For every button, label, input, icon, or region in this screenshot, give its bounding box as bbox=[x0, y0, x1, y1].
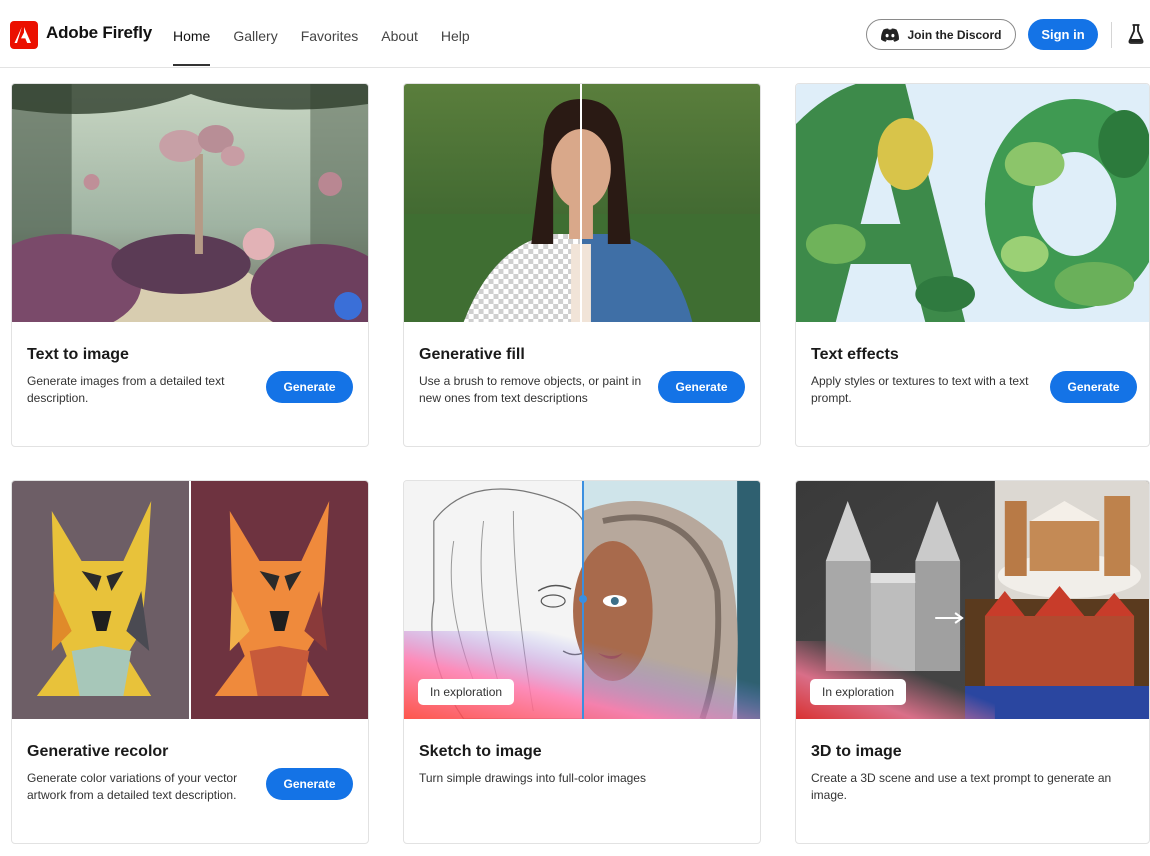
card-title: Generative recolor bbox=[27, 743, 169, 760]
card-title: Text effects bbox=[811, 346, 899, 363]
beaker-icon[interactable] bbox=[1128, 24, 1144, 44]
card-description: Turn simple drawings into full-color ima… bbox=[419, 771, 646, 785]
nav-home[interactable]: Home bbox=[173, 28, 211, 66]
join-discord-label: Join the Discord bbox=[907, 27, 1002, 42]
card-description: Generate images from a detailed text des… bbox=[27, 374, 225, 405]
card-title: Text to image bbox=[27, 346, 129, 363]
discord-icon bbox=[881, 27, 900, 42]
sign-in-button[interactable]: Sign in bbox=[1028, 19, 1098, 50]
generative-recolor-thumbnail bbox=[12, 481, 368, 719]
card-text-to-image[interactable]: Text to image Generate images from a det… bbox=[11, 83, 369, 447]
card-sketch-to-image[interactable]: In exploration Sketch to image Turn simp… bbox=[403, 480, 761, 844]
card-title: Generative fill bbox=[419, 346, 525, 363]
card-text-effects[interactable]: Text effects Apply styles or textures to… bbox=[795, 83, 1150, 447]
join-discord-button[interactable]: Join the Discord bbox=[866, 19, 1016, 50]
text-to-image-thumbnail bbox=[12, 84, 368, 322]
nav-gallery[interactable]: Gallery bbox=[233, 28, 277, 66]
top-navigation-bar: Adobe Firefly Home Gallery Favorites Abo… bbox=[0, 0, 1150, 68]
generate-button[interactable]: Generate bbox=[266, 371, 353, 403]
card-generative-recolor[interactable]: Generative recolor Generate color variat… bbox=[11, 480, 369, 844]
in-exploration-badge: In exploration bbox=[418, 679, 515, 705]
card-3d-to-image[interactable]: In exploration 3D to image Create a 3D s… bbox=[795, 480, 1150, 844]
card-title: Sketch to image bbox=[419, 743, 542, 760]
card-description: Create a 3D scene and use a text prompt … bbox=[811, 771, 1112, 802]
text-effects-thumbnail bbox=[796, 84, 1149, 322]
generative-fill-thumbnail bbox=[404, 84, 760, 322]
generate-button[interactable]: Generate bbox=[658, 371, 745, 403]
card-description: Use a brush to remove objects, or paint … bbox=[419, 374, 642, 405]
main-nav: Home Gallery Favorites About Help bbox=[173, 28, 493, 66]
nav-about[interactable]: About bbox=[381, 28, 418, 66]
in-exploration-badge: In exploration bbox=[810, 679, 907, 705]
brand-name[interactable]: Adobe Firefly bbox=[46, 23, 152, 43]
generate-button[interactable]: Generate bbox=[1050, 371, 1137, 403]
adobe-logo-icon[interactable] bbox=[10, 21, 38, 49]
nav-help[interactable]: Help bbox=[441, 28, 470, 66]
card-description: Apply styles or textures to text with a … bbox=[811, 374, 1029, 405]
nav-favorites[interactable]: Favorites bbox=[301, 28, 359, 66]
card-generative-fill[interactable]: Generative fill Use a brush to remove ob… bbox=[403, 83, 761, 447]
generate-button[interactable]: Generate bbox=[266, 768, 353, 800]
card-title: 3D to image bbox=[811, 743, 902, 760]
header-divider bbox=[1111, 22, 1112, 48]
card-description: Generate color variations of your vector… bbox=[27, 771, 238, 802]
